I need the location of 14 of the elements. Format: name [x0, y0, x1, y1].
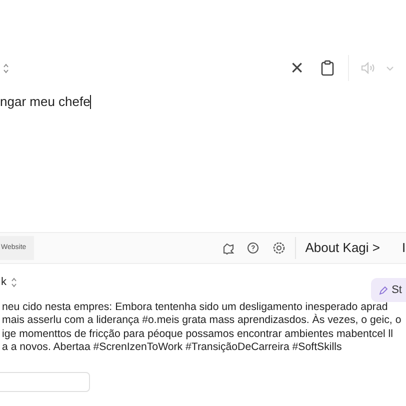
clear-button[interactable]: ×	[287, 58, 307, 78]
settings-icon[interactable]	[273, 242, 286, 254]
style-button[interactable]: St	[370, 278, 406, 302]
pen-icon	[378, 286, 388, 294]
about-link[interactable]: About Kagi >	[305, 238, 380, 258]
input-text[interactable]: ngar meu chefe	[0, 92, 90, 112]
language-selector-label[interactable]: k	[1, 274, 6, 290]
language-chevron-icon[interactable]	[10, 276, 16, 288]
menu-item[interactable]: I	[402, 238, 406, 258]
text-cursor	[90, 95, 92, 109]
help-icon[interactable]	[247, 242, 260, 254]
clipboard-icon[interactable]	[321, 60, 334, 76]
sort-chevron-icon[interactable]	[3, 62, 9, 74]
output-text: neu cido nesta empres: Embora tentenha sido um desligamento inesperado aprad mais asserlu com a liderança #o.meis grata mass aprendizasdos. Às vezes, o geic, o ige momenttos de fricção para péoque possamos encontrar ambientes mabentcel ll a a novos. Abertaa #ScrenIzenToWork #TransiçãoDeCarreira #SoftSkills	[1, 300, 402, 354]
